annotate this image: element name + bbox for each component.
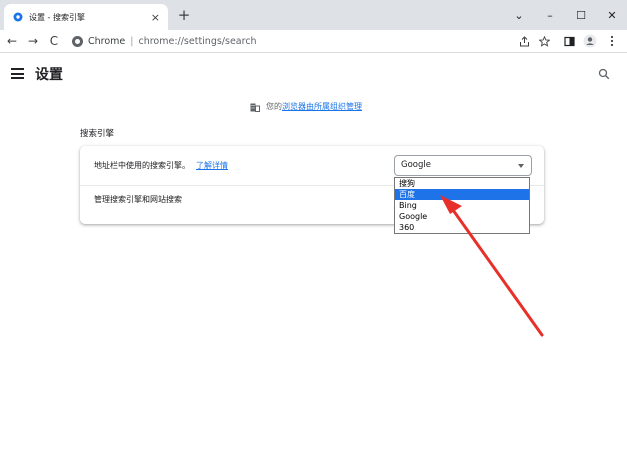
minimize-button[interactable]: – <box>534 0 566 30</box>
search-engine-row: 地址栏中使用的搜索引擎。 了解详情 <box>94 160 228 171</box>
building-icon <box>250 103 260 112</box>
managed-link[interactable]: 浏览器由所属组织管理 <box>282 101 362 112</box>
new-tab-button[interactable]: + <box>175 6 193 24</box>
settings-header: 设置 <box>0 54 627 94</box>
tab-close-icon[interactable]: × <box>151 11 160 24</box>
option-sogou[interactable]: 搜狗 <box>395 178 529 189</box>
address-bar[interactable]: Chrome | chrome://settings/search <box>72 32 502 51</box>
tab-settings[interactable]: 设置 - 搜索引擎 × <box>4 4 168 30</box>
tab-title: 设置 - 搜索引擎 <box>29 12 85 22</box>
back-button[interactable]: ← <box>3 32 21 50</box>
url-separator: | <box>130 36 134 47</box>
learn-more-link[interactable]: 了解详情 <box>196 161 228 170</box>
search-engine-label: 地址栏中使用的搜索引擎。 <box>94 161 190 170</box>
manage-search-engines-row[interactable]: 管理搜索引擎和网站搜索 <box>94 194 182 205</box>
select-value: Google <box>401 160 431 170</box>
hamburger-menu-icon[interactable] <box>11 68 24 79</box>
option-google[interactable]: Google <box>395 211 529 222</box>
url-text: chrome://settings/search <box>138 36 257 47</box>
option-baidu[interactable]: 百度 <box>395 189 529 200</box>
tab-search-button[interactable]: ⌄ <box>503 0 535 30</box>
chrome-icon <box>72 36 83 47</box>
gear-icon <box>13 12 23 22</box>
share-icon[interactable] <box>516 33 532 49</box>
bookmark-star-icon[interactable] <box>536 33 552 49</box>
site-name: Chrome <box>88 36 126 47</box>
managed-notice: 您的 浏览器由所属组织管理 <box>250 101 362 112</box>
search-engine-select[interactable]: Google <box>394 155 532 176</box>
page-title: 设置 <box>35 67 63 83</box>
search-engine-options: 搜狗 百度 Bing Google 360 <box>394 177 530 234</box>
option-bing[interactable]: Bing <box>395 200 529 211</box>
side-panel-icon[interactable] <box>561 33 577 49</box>
managed-prefix: 您的 <box>266 102 282 111</box>
reload-button[interactable]: C <box>45 32 63 50</box>
search-icon[interactable] <box>598 68 610 80</box>
browser-toolbar: ← → C Chrome | chrome://settings/search <box>0 30 627 53</box>
tab-strip: 设置 - 搜索引擎 × + ⌄ – ☐ ✕ <box>0 0 627 30</box>
chevron-down-icon <box>518 164 524 168</box>
section-title: 搜索引擎 <box>80 129 115 139</box>
option-360[interactable]: 360 <box>395 222 529 233</box>
forward-button[interactable]: → <box>24 32 42 50</box>
maximize-button[interactable]: ☐ <box>565 0 597 30</box>
profile-avatar-icon[interactable] <box>582 33 598 49</box>
kebab-menu-icon[interactable] <box>604 33 620 49</box>
close-window-button[interactable]: ✕ <box>596 0 627 30</box>
